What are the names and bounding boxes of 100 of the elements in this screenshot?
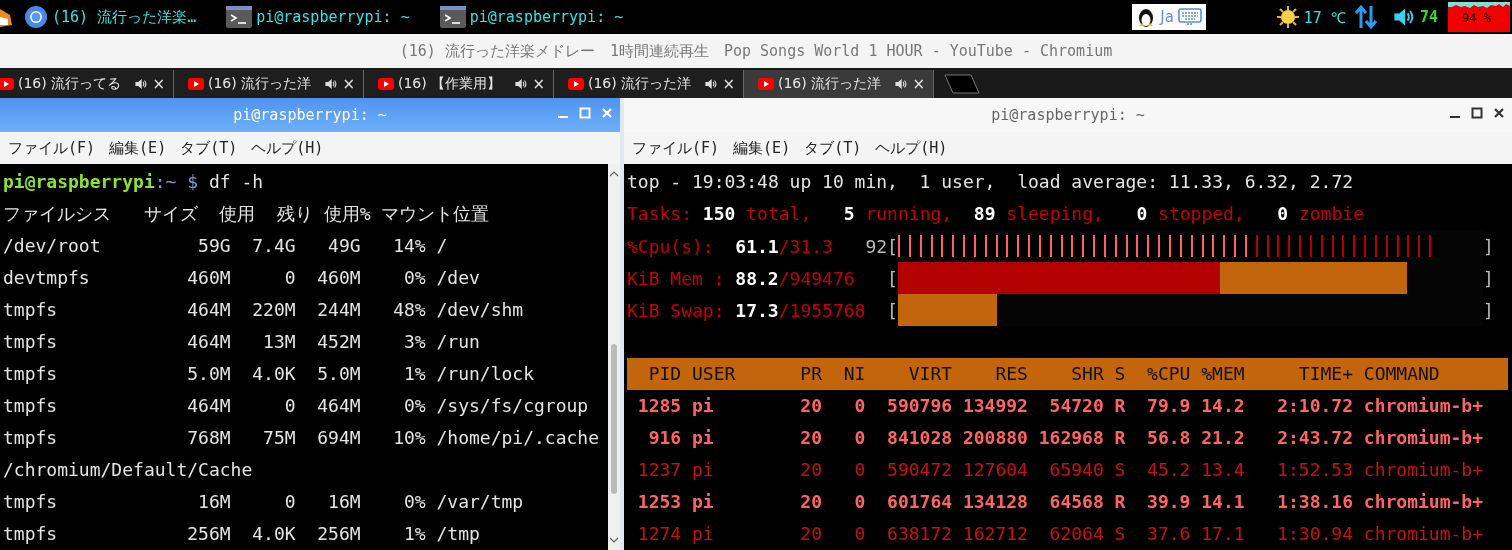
menu-item[interactable]: ヘルプ(H): [875, 138, 948, 158]
table-cell-text: 1274: [636, 522, 682, 546]
meter-label: KiB Mem : 88.2/949476: [627, 267, 856, 289]
meter-bracket: ]: [1483, 299, 1494, 321]
column-header[interactable]: USER: [681, 358, 779, 390]
menu-item[interactable]: ファイル(F): [632, 138, 720, 158]
taskbar-button[interactable]: pi@raspberrypi: ~: [222, 6, 414, 28]
meter-bracket: [: [887, 235, 898, 257]
top-summary-line: Tasks: 150 total, 5 running, 89 sleeping, 0 stopped, 0 zombie: [627, 202, 1364, 226]
table-cell-text: 601764: [886, 490, 953, 514]
table-cell-text: 1:30.94: [1276, 522, 1353, 546]
table-cell-text: chromium-b+: [1362, 490, 1483, 514]
column-header[interactable]: RES: [952, 358, 1028, 390]
browser-tab[interactable]: (16) 流行ってる ×: [0, 70, 174, 98]
table-cell-text: 45.2: [1146, 458, 1191, 482]
column-header[interactable]: %CPU: [1125, 358, 1191, 390]
tab-close-button[interactable]: ×: [152, 75, 165, 93]
table-cell-text: 14.1: [1200, 490, 1245, 514]
browser-tab[interactable]: (16) 流行った洋 ×: [744, 70, 934, 98]
output-line: /chromium/Default/Cache: [3, 458, 253, 482]
table-cell-text: chromium-b+: [1362, 522, 1483, 546]
meter-bracket: [: [887, 267, 898, 289]
menu-item[interactable]: ヘルプ(H): [251, 138, 324, 158]
output-line: tmpfs 5.0M 4.0K 5.0M 1% /run/lock: [3, 362, 534, 386]
table-cell-text: chromium-b+: [1362, 394, 1483, 418]
table-cell-text: pi: [691, 522, 715, 546]
window-title: pi@raspberrypi: ~: [991, 106, 1145, 124]
column-header[interactable]: S: [1103, 358, 1126, 390]
table-cell-text: 841028: [886, 426, 953, 450]
table-cell-text: 14.2: [1200, 394, 1245, 418]
table-cell-text: pi: [691, 426, 715, 450]
menu-item[interactable]: ファイル(F): [8, 138, 96, 158]
column-header[interactable]: PR: [778, 358, 823, 390]
table-cell-text: 39.9: [1146, 490, 1191, 514]
window-title: pi@raspberrypi: ~: [233, 106, 387, 124]
table-cell-text: 13.4: [1200, 458, 1245, 482]
column-header[interactable]: %MEM: [1190, 358, 1245, 390]
temperature-label: 17 ℃: [1303, 8, 1346, 27]
table-cell-text: 54720: [1048, 394, 1104, 418]
table-cell-text: 20: [799, 522, 823, 546]
cpu-usage-label: 94 %: [1462, 11, 1491, 25]
table-cell-text: chromium-b+: [1362, 426, 1483, 450]
browser-tab[interactable]: (16) 流行った洋 ×: [174, 70, 364, 98]
table-cell-text: 65940: [1048, 458, 1104, 482]
table-cell-text: 0: [853, 522, 866, 546]
table-cell-text: 162968: [1037, 426, 1104, 450]
menu-item[interactable]: タブ(T): [180, 138, 238, 158]
table-cell-text: 1:52.53: [1276, 458, 1353, 482]
table-cell-text: 127604: [961, 458, 1028, 482]
tab-close-button[interactable]: ×: [912, 75, 925, 93]
table-cell-text: 20: [799, 426, 823, 450]
output-line: tmpfs 464M 13M 452M 3% /run: [3, 330, 480, 354]
browser-tab[interactable]: (16) 【作業用】 ×: [364, 70, 554, 98]
column-header[interactable]: TIME+: [1244, 358, 1353, 390]
table-cell-text: 134992: [961, 394, 1028, 418]
table-cell-text: 0: [853, 394, 866, 418]
table-cell-text: 0: [853, 426, 866, 450]
menu-item[interactable]: 編集(E): [733, 138, 791, 158]
meter-bracket: ]: [1483, 267, 1494, 289]
table-cell-text: 1237: [636, 458, 682, 482]
column-header[interactable]: VIRT: [865, 358, 953, 390]
column-header[interactable]: PID: [627, 358, 682, 390]
table-cell-text: 590796: [886, 394, 953, 418]
column-header[interactable]: SHR: [1027, 358, 1104, 390]
output-line: tmpfs 256M 4.0K 256M 1% /tmp: [3, 522, 480, 546]
table-cell-text: 62064: [1048, 522, 1104, 546]
table-cell-text: 200880: [961, 426, 1028, 450]
output-line: tmpfs 768M 75M 694M 10% /home/pi/.cache: [3, 426, 600, 450]
table-cell-text: 56.8: [1146, 426, 1191, 450]
table-cell-text: 64568: [1048, 490, 1104, 514]
table-cell-text: 162712: [961, 522, 1028, 546]
table-cell-text: 21.2: [1200, 426, 1245, 450]
menu-item[interactable]: タブ(T): [804, 138, 862, 158]
browser-tab[interactable]: (16) 流行った洋 ×: [554, 70, 744, 98]
table-cell-text: R: [1113, 490, 1126, 514]
browser-window-title: (16) 流行った洋楽メドレー 1時間連続再生 Pop Songs World 1 HOUR - YouTube - Chromium: [0, 34, 1512, 68]
table-cell-text: 1253: [636, 490, 682, 514]
meter-percent: 92: [865, 235, 888, 257]
table-cell-text: S: [1113, 458, 1126, 482]
column-header[interactable]: NI: [822, 358, 866, 390]
tab-close-button[interactable]: ×: [342, 75, 355, 93]
table-cell-text: pi: [691, 394, 715, 418]
output-line: tmpfs 464M 0 464M 0% /sys/fs/cgroup: [3, 394, 589, 418]
meter-label: %Cpu(s): 61.1/31.3: [627, 235, 834, 257]
taskbar-button[interactable]: (16) 流行った洋楽…: [20, 5, 201, 29]
column-header[interactable]: COMMAND: [1353, 358, 1483, 390]
table-cell-text: chromium-b+: [1362, 458, 1483, 482]
output-line: tmpfs 464M 220M 244M 48% /dev/shm: [3, 298, 524, 322]
menu-item[interactable]: 編集(E): [109, 138, 167, 158]
table-cell-text: 1285: [636, 394, 682, 418]
table-cell-text: S: [1113, 522, 1126, 546]
tab-close-button[interactable]: ×: [722, 75, 735, 93]
output-line: /dev/root 59G 7.4G 49G 14% /: [3, 234, 448, 258]
table-cell-text: R: [1113, 394, 1126, 418]
table-cell-text: 916: [647, 426, 682, 450]
output-line: ファイルシス サイズ 使用 残り 使用% マウント位置: [3, 202, 490, 226]
volume-label: 74: [1419, 8, 1438, 26]
taskbar-button[interactable]: pi@raspberrypi: ~: [435, 6, 628, 28]
table-cell-text: 17.1: [1200, 522, 1245, 546]
tab-close-button[interactable]: ×: [532, 75, 545, 93]
